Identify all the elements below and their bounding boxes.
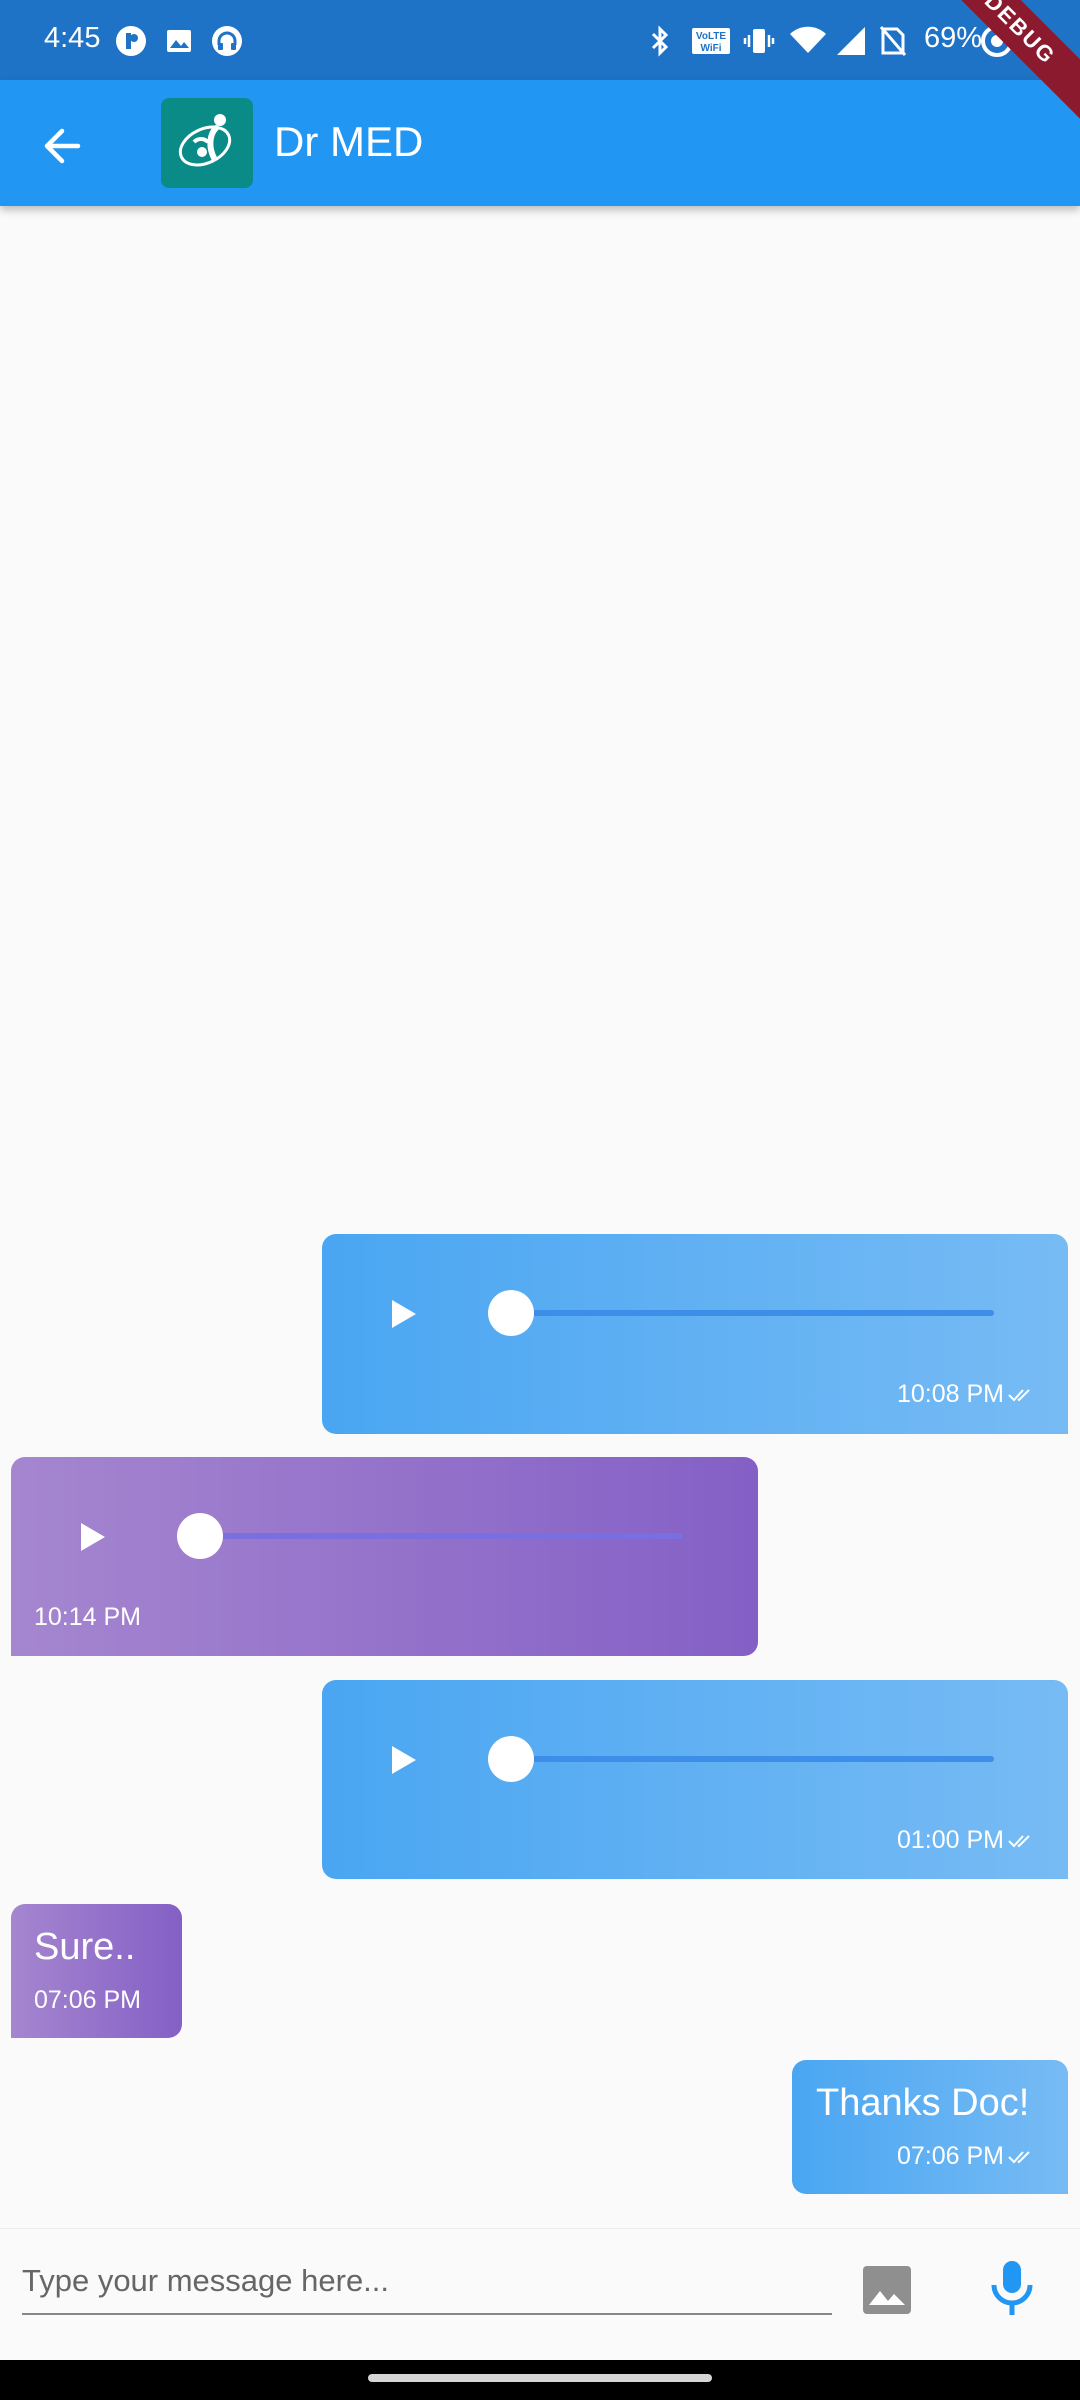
chat-title: Dr MED (274, 118, 424, 165)
message-timestamp: 07:06 PM (897, 2142, 1034, 2171)
audio-message-sent: 10:08 PM (322, 1234, 1068, 1434)
audio-seek-track[interactable] (510, 1756, 994, 1762)
message-time: 01:00 PM (896, 1826, 1004, 1854)
record-audio-button[interactable] (986, 2259, 1038, 2317)
message-timestamp: 01:00 PM (897, 1826, 1034, 1855)
text-message-sent: Thanks Doc! 07:06 PM (792, 2060, 1068, 2194)
app-bar: Dr MED (0, 80, 1080, 206)
audio-message-received: 10:14 PM (11, 1457, 758, 1656)
double-check-icon (1008, 2150, 1030, 2163)
battery-percent: 69% (924, 22, 983, 54)
message-input[interactable] (22, 2249, 832, 2315)
message-text: Sure.. (34, 1926, 136, 1968)
status-time: 4:45 (44, 22, 101, 54)
message-time: 10:14 PM (34, 1603, 142, 1631)
audio-seek-thumb[interactable] (488, 1290, 534, 1336)
message-text: Thanks Doc! (816, 2082, 1030, 2124)
play-button[interactable] (382, 1294, 422, 1334)
back-button[interactable] (34, 118, 90, 174)
gallery-icon (162, 24, 196, 58)
double-check-icon (1008, 1834, 1030, 1847)
play-button[interactable] (71, 1517, 111, 1557)
play-button[interactable] (382, 1740, 422, 1780)
play-icon (392, 1746, 416, 1774)
play-icon (392, 1300, 416, 1328)
status-bar: 4:45 VoLTE WiFi 69% (0, 0, 1080, 80)
audio-seek-track[interactable] (510, 1310, 994, 1316)
bluetooth-icon (643, 24, 677, 58)
message-time: 10:08 PM (896, 1380, 1004, 1408)
message-time: 07:06 PM (34, 1986, 142, 2014)
system-nav-bar (0, 2360, 1080, 2400)
message-timestamp: 07:06 PM (34, 1986, 141, 2015)
wifi-icon (788, 24, 828, 58)
arrow-back-icon (44, 128, 81, 164)
message-composer (0, 2228, 1080, 2360)
play-icon (81, 1523, 105, 1551)
audio-message-sent: 01:00 PM (322, 1680, 1068, 1879)
vowifi-icon: VoLTE WiFi (690, 24, 732, 58)
image-icon (863, 2266, 911, 2314)
doctor-avatar[interactable] (161, 98, 253, 188)
medical-logo-icon (178, 114, 232, 167)
message-timestamp: 10:14 PM (34, 1603, 141, 1632)
message-time: 07:06 PM (896, 2142, 1004, 2170)
audio-seek-track[interactable] (199, 1533, 683, 1539)
text-message-received: Sure.. 07:06 PM (11, 1904, 182, 2038)
message-timestamp: 10:08 PM (897, 1380, 1034, 1409)
double-check-icon (1008, 1388, 1030, 1401)
mic-icon (991, 2261, 1033, 2315)
audio-seek-thumb[interactable] (488, 1736, 534, 1782)
audio-seek-thumb[interactable] (177, 1513, 223, 1559)
svg-text:VoLTE: VoLTE (696, 31, 727, 42)
signal-icon (834, 24, 868, 58)
home-gesture-handle[interactable] (368, 2374, 712, 2382)
svg-text:WiFi: WiFi (700, 43, 721, 54)
headset-icon (210, 24, 244, 58)
app-notification-icon (114, 24, 148, 58)
no-sim-icon (876, 24, 910, 58)
attach-image-button[interactable] (862, 2265, 912, 2315)
vibrate-icon (742, 24, 776, 58)
